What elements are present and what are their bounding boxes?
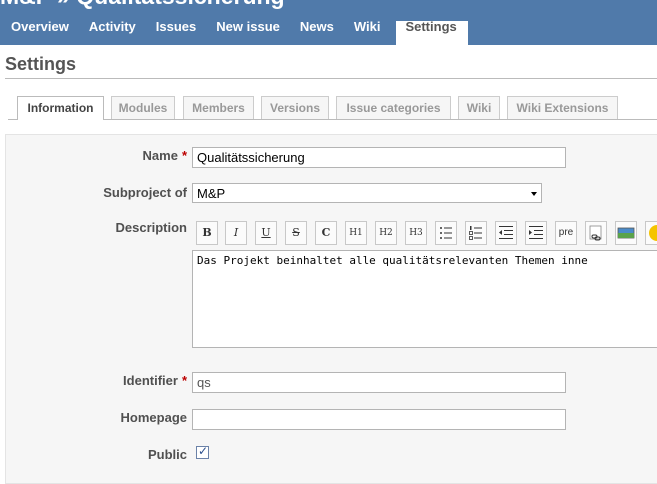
identifier-field[interactable]: qs [192,372,566,393]
homepage-label: Homepage [120,410,187,425]
name-label: Name * [143,148,187,163]
ordered-list-button[interactable] [465,221,487,245]
indent-button[interactable] [525,221,547,245]
public-label: Public [147,447,187,462]
image-icon [617,227,635,239]
unordered-list-button[interactable] [435,221,457,245]
link-icon [589,225,602,241]
subproject-label: Subproject of [103,185,187,200]
heading-1-button[interactable]: H1 [345,221,367,245]
public-checkbox[interactable]: ✓ [196,444,209,459]
identifier-label: Identifier * [123,373,187,388]
underline-button[interactable]: U [255,221,277,245]
settings-tabs: Information Modules Members Versions Iss… [0,96,657,120]
strikethrough-button[interactable]: S [285,221,307,245]
page-title: Settings [5,54,77,74]
tab-members[interactable]: Members [183,96,254,119]
tab-wiki-extensions[interactable]: Wiki Extensions [507,96,618,119]
header: M&P » Qualitätssicherung Overview Activi… [0,0,657,45]
heading-2-button[interactable]: H2 [375,221,397,245]
link-button[interactable] [585,221,607,245]
menu-settings[interactable]: Settings [396,19,468,45]
outdent-button[interactable] [495,221,517,245]
outdent-icon [499,226,513,239]
project-title[interactable]: M&P » Qualitätssicherung [0,0,285,10]
required-marker: * [181,148,187,163]
emoji-button[interactable] [645,221,657,245]
subproject-select[interactable]: M&P [192,183,542,203]
tab-wiki[interactable]: Wiki [458,96,500,119]
unordered-list-icon [440,227,452,239]
tabs-divider [8,119,657,120]
ordered-list-icon [469,226,482,240]
homepage-field[interactable] [192,409,566,430]
heading-3-button[interactable]: H3 [405,221,427,245]
tab-issue-categories[interactable]: Issue categories [336,96,451,119]
italic-button[interactable]: I [225,221,247,245]
name-label-text: Name [142,148,178,163]
main-menu: Overview Activity Issues New issue News … [0,19,468,45]
smiley-icon [649,225,657,241]
identifier-label-text: Identifier [123,373,178,388]
image-button[interactable] [615,221,637,245]
preformatted-button[interactable]: pre [555,221,577,245]
description-textarea[interactable]: Das Projekt beinhaltet alle qualitätsrel… [192,250,657,348]
subproject-selected-value: M&P [197,186,226,201]
menu-issues[interactable]: Issues [146,19,206,45]
menu-activity[interactable]: Activity [79,19,146,45]
menu-new-issue[interactable]: New issue [206,19,290,45]
tab-modules[interactable]: Modules [111,96,175,119]
description-label: Description [115,220,187,235]
menu-news[interactable]: News [290,19,344,45]
bold-button[interactable]: B [196,221,218,245]
title-divider [5,78,657,79]
tab-versions[interactable]: Versions [261,96,329,119]
checkmark-icon: ✓ [198,444,209,458]
chevron-down-icon [531,192,537,196]
name-field[interactable]: Qualitätssicherung [192,147,566,168]
menu-overview[interactable]: Overview [0,19,79,45]
inline-code-button[interactable]: C [315,221,337,245]
required-marker: * [181,373,187,388]
menu-wiki[interactable]: Wiki [344,19,391,45]
tab-information[interactable]: Information [17,96,104,120]
indent-icon [529,226,543,239]
